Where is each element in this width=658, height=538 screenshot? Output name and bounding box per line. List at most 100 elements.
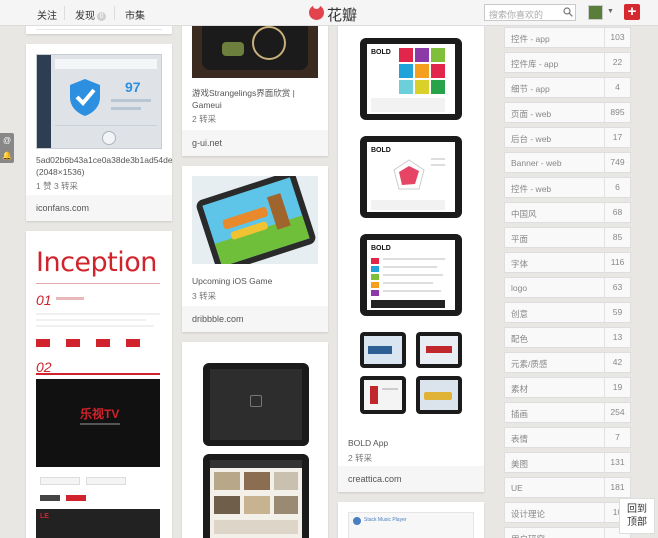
text-line-art (383, 274, 443, 276)
color-chip-art (66, 339, 80, 347)
pin-source[interactable]: iconfans.com (26, 195, 172, 221)
pin-source[interactable]: dribbble.com (182, 306, 328, 332)
color-chip-art (371, 258, 379, 264)
tag-item[interactable]: 元素/质感 42 (504, 352, 631, 373)
pin-card[interactable]: Inception 01 02 乐视TV LE (26, 231, 172, 538)
tag-item[interactable]: 设计理论 10 (504, 502, 631, 523)
ipad-screen-art (420, 336, 458, 364)
app-header-art (55, 59, 157, 69)
pin-description: BOLD App (348, 438, 389, 448)
search-placeholder: 搜索你喜欢的 (489, 10, 544, 20)
tag-name: 美图 (511, 459, 529, 469)
thumbnail-art (214, 472, 240, 490)
ipad-screen-art (364, 336, 402, 364)
tag-count: 7 (604, 428, 630, 447)
tag-count: 131 (604, 453, 630, 472)
tag-count: 42 (604, 353, 630, 372)
nav-follow[interactable]: 关注 (37, 7, 57, 22)
discover-count-badge: 0 (97, 12, 106, 21)
tag-item[interactable]: 素材 19 (504, 377, 631, 398)
tag-item[interactable]: 细节 - app 4 (504, 77, 631, 98)
tag-item[interactable]: 创意 59 (504, 302, 631, 323)
ipad-art (203, 363, 309, 446)
pin-image[interactable] (192, 176, 318, 264)
tag-count: 17 (604, 128, 630, 147)
tile-art (399, 48, 413, 62)
bell-icon[interactable]: 🔔 (0, 148, 14, 163)
tag-item[interactable]: 平面 85 (504, 227, 631, 248)
pin-card[interactable]: 游戏Strangelings界面欣赏 | Gameui 2 转采 g-ui.ne… (182, 20, 328, 156)
tag-count: 19 (604, 378, 630, 397)
tag-name: UE (511, 483, 523, 493)
ipad-art: BOLD (360, 38, 462, 120)
tag-item[interactable]: 控件 - app 103 (504, 27, 631, 48)
add-pin-button[interactable]: + (624, 4, 640, 20)
chevron-down-icon[interactable]: ▼ (607, 8, 614, 15)
car-art (424, 392, 452, 400)
tag-item[interactable]: UE 181 (504, 477, 631, 498)
pin-card[interactable]: BOLD BOLD BOLD BOLD App 2 转采 creattica.c… (338, 20, 484, 492)
search-icon[interactable] (563, 7, 573, 17)
pin-image[interactable]: 97 (36, 54, 162, 149)
pin-stats: 2 转采 (348, 453, 373, 463)
ui-element-art (86, 477, 126, 485)
content-block-art (214, 520, 298, 534)
tag-name: 中国风 (511, 209, 537, 219)
divider (36, 373, 160, 375)
thumbnail-art (214, 496, 240, 514)
pin-card[interactable]: 97 5ad02b6b43a1ce0a38de3b1ad54deb09.jpg … (26, 44, 172, 221)
bottle-art (370, 386, 378, 404)
ipad-art (203, 454, 309, 538)
pin-card[interactable]: Upcoming iOS Game 3 转采 dribbble.com (182, 166, 328, 332)
back-to-top-button[interactable]: 回到 顶部 (619, 498, 655, 534)
tag-item[interactable]: 美图 131 (504, 452, 631, 473)
nav-divider (64, 6, 65, 20)
source-domain: dribbble.com (192, 314, 244, 324)
tag-item[interactable]: 控件库 - app 22 (504, 52, 631, 73)
tag-item[interactable]: logo 63 (504, 277, 631, 298)
pin-image[interactable]: Stack Music Player (348, 512, 474, 538)
tag-name: 控件 - web (511, 184, 552, 194)
pin-image[interactable]: Inception 01 02 乐视TV LE (36, 241, 162, 538)
section-number-art: 01 (36, 292, 52, 308)
pin-source[interactable]: creattica.com (338, 466, 484, 492)
content-block-art (371, 200, 445, 210)
ipad-art (360, 332, 406, 368)
tag-item[interactable]: 用户研究 (504, 527, 631, 538)
tree-art (266, 193, 291, 230)
pin-image[interactable] (192, 20, 318, 78)
source-domain: creattica.com (348, 474, 402, 484)
tag-item[interactable]: 表情 7 (504, 427, 631, 448)
tag-name: 平面 (511, 234, 529, 244)
tile-art (399, 64, 413, 78)
nav-market[interactable]: 市集 (125, 7, 145, 22)
tag-item[interactable]: 中国风 68 (504, 202, 631, 223)
tag-item[interactable]: 配色 13 (504, 327, 631, 348)
user-avatar[interactable] (588, 5, 603, 20)
divider (36, 29, 162, 30)
ipad-art (416, 376, 462, 414)
ipad-art (416, 332, 462, 368)
pin-card[interactable] (182, 342, 328, 538)
text-line-art (383, 290, 441, 292)
search-input[interactable]: 搜索你喜欢的 (484, 4, 576, 21)
tag-item[interactable]: 字体 116 (504, 252, 631, 273)
tag-item[interactable]: 控件 - web 6 (504, 177, 631, 198)
ipad-screen-art: BOLD (367, 142, 455, 212)
text-line-art (383, 266, 437, 268)
pin-source[interactable]: g-ui.net (182, 130, 328, 156)
nav-discover[interactable]: 发现 0 (75, 7, 106, 22)
color-chip-art (371, 266, 379, 272)
tag-item[interactable]: 页面 - web 895 (504, 102, 631, 123)
tile-art (431, 64, 445, 78)
mention-icon[interactable]: @ (0, 133, 14, 148)
tag-item[interactable]: 插画 254 (504, 402, 631, 423)
tag-item[interactable]: Banner - web 749 (504, 152, 631, 173)
tag-count: 6 (604, 178, 630, 197)
tag-count: 59 (604, 303, 630, 322)
tag-item[interactable]: 后台 - web 17 (504, 127, 631, 148)
progress-bar (111, 99, 151, 102)
source-domain: iconfans.com (36, 203, 90, 213)
pin-card[interactable]: Stack Music Player (338, 502, 484, 538)
tile-art (415, 64, 429, 78)
